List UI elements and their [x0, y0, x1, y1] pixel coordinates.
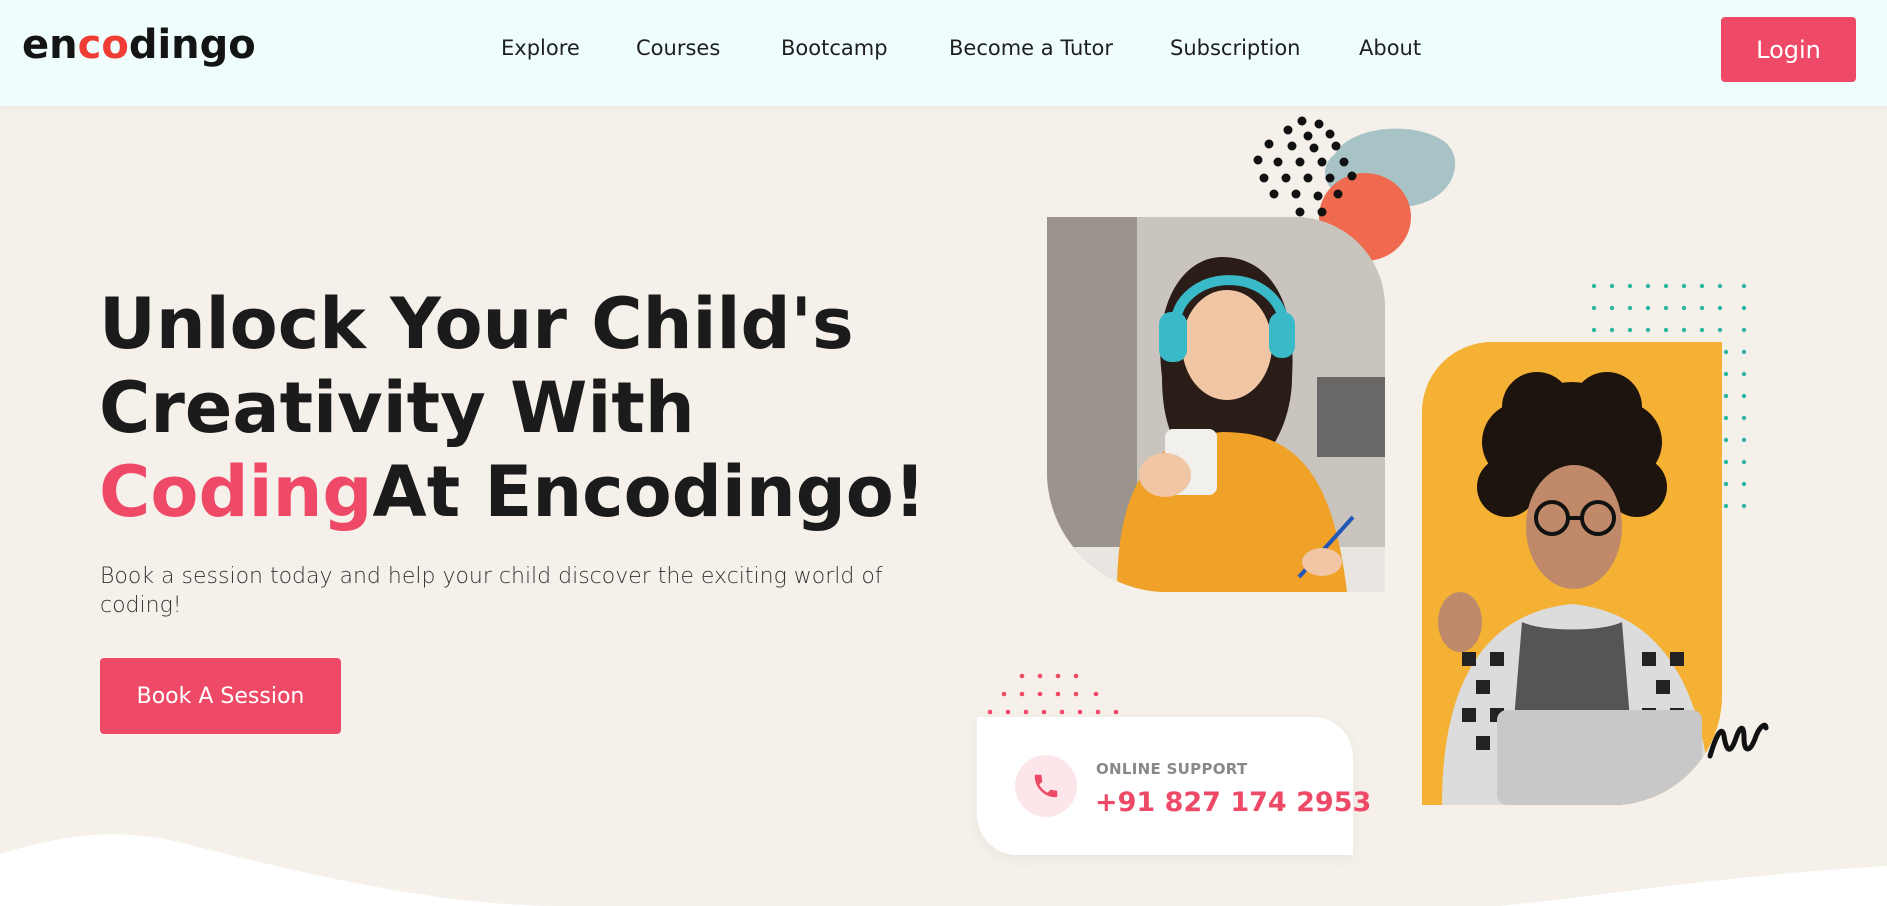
- phone-icon: [1034, 774, 1058, 798]
- hero-title-line-1: Unlock Your Child's: [99, 283, 854, 365]
- nav-become-a-tutor[interactable]: Become a Tutor: [949, 36, 1113, 60]
- nav-about[interactable]: About: [1359, 36, 1421, 60]
- nav-courses[interactable]: Courses: [636, 36, 720, 60]
- support-phone-number[interactable]: +91 827 174 2953: [1095, 787, 1371, 818]
- nav-bootcamp[interactable]: Bootcamp: [781, 36, 888, 60]
- photo-curly-haired-man: [1422, 342, 1722, 805]
- nav-subscription[interactable]: Subscription: [1170, 36, 1300, 60]
- phone-icon-circle[interactable]: [1015, 755, 1077, 817]
- curly-haired-man-illustration: [1422, 342, 1722, 805]
- hero-title: Unlock Your Child's Creativity With Codi…: [99, 282, 999, 534]
- hero-subtitle: Book a session today and help your child…: [100, 564, 883, 618]
- photo-woman-with-headphones: [1047, 217, 1385, 592]
- hero-title-line-2: Creativity With: [99, 367, 695, 449]
- logo-suffix: dingo: [128, 22, 256, 68]
- login-button[interactable]: Login: [1721, 17, 1856, 82]
- support-label: ONLINE SUPPORT: [1096, 760, 1248, 778]
- hero-title-highlight: Coding: [99, 451, 373, 533]
- woman-with-headphones-illustration: [1047, 217, 1385, 592]
- nav-explore[interactable]: Explore: [501, 36, 580, 60]
- book-session-button[interactable]: Book A Session: [100, 658, 341, 734]
- encodingo-logo[interactable]: encodingo: [22, 22, 256, 68]
- site-header: encodingo Explore Courses Bootcamp Becom…: [0, 0, 1887, 106]
- logo-accent: co: [77, 22, 129, 68]
- black-dots-decoration: [1253, 116, 1357, 217]
- bottom-wave-decoration: [0, 834, 1887, 906]
- logo-prefix: en: [22, 22, 78, 68]
- hero-title-line-3: At Encodingo!: [372, 451, 926, 533]
